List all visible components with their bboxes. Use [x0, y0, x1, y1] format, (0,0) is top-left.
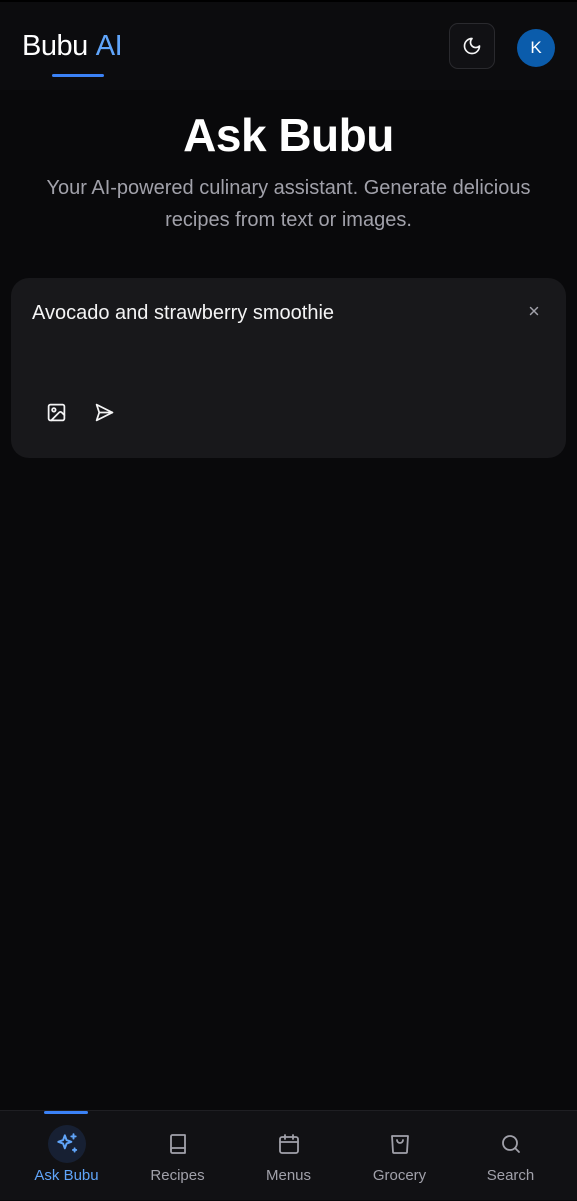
clear-button[interactable] — [523, 300, 545, 322]
shopping-bag-icon — [391, 1135, 409, 1154]
attach-image-button[interactable] — [44, 400, 68, 424]
avatar-initial: K — [530, 38, 542, 57]
moon-icon — [463, 37, 481, 55]
nav-label: Ask Bubu — [34, 1167, 99, 1184]
image-icon — [47, 403, 65, 421]
send-button[interactable] — [92, 400, 116, 424]
brand-underline — [52, 74, 104, 77]
nav-item-menus[interactable]: Menus — [233, 1111, 344, 1201]
nav-label: Recipes — [150, 1167, 205, 1184]
brand-logo[interactable]: Bubu AI — [22, 30, 123, 63]
nav-item-search[interactable]: Search — [455, 1111, 566, 1201]
app-header: Bubu AI K — [0, 2, 577, 90]
close-icon — [529, 306, 539, 316]
sparkles-icon — [57, 1133, 78, 1153]
avatar[interactable]: K — [517, 29, 555, 67]
active-tab-indicator — [44, 1111, 88, 1114]
page-title: Ask Bubu — [183, 109, 394, 161]
calendar-icon — [279, 1134, 299, 1154]
prompt-input[interactable]: Avocado and strawberry smoothie — [32, 302, 334, 325]
theme-toggle-button[interactable] — [449, 23, 495, 69]
book-icon — [170, 1134, 186, 1154]
search-icon — [502, 1135, 520, 1153]
nav-label: Search — [486, 1167, 535, 1184]
bottom-navigation: Ask Bubu Recipes Menus Grocery Search — [0, 1110, 577, 1200]
nav-item-grocery[interactable]: Grocery — [344, 1111, 455, 1201]
page-subtitle: Your AI-powered culinary assistant. Gene… — [46, 177, 531, 231]
nav-label: Grocery — [372, 1167, 427, 1184]
nav-item-ask-bubu[interactable]: Ask Bubu — [11, 1111, 122, 1201]
prompt-composer: Avocado and strawberry smoothie — [11, 278, 566, 458]
send-icon — [95, 403, 113, 421]
brand-name: Bubu — [22, 30, 88, 62]
brand-accent: AI — [95, 30, 123, 62]
nav-label: Menus — [265, 1167, 312, 1184]
nav-item-recipes[interactable]: Recipes — [122, 1111, 233, 1201]
